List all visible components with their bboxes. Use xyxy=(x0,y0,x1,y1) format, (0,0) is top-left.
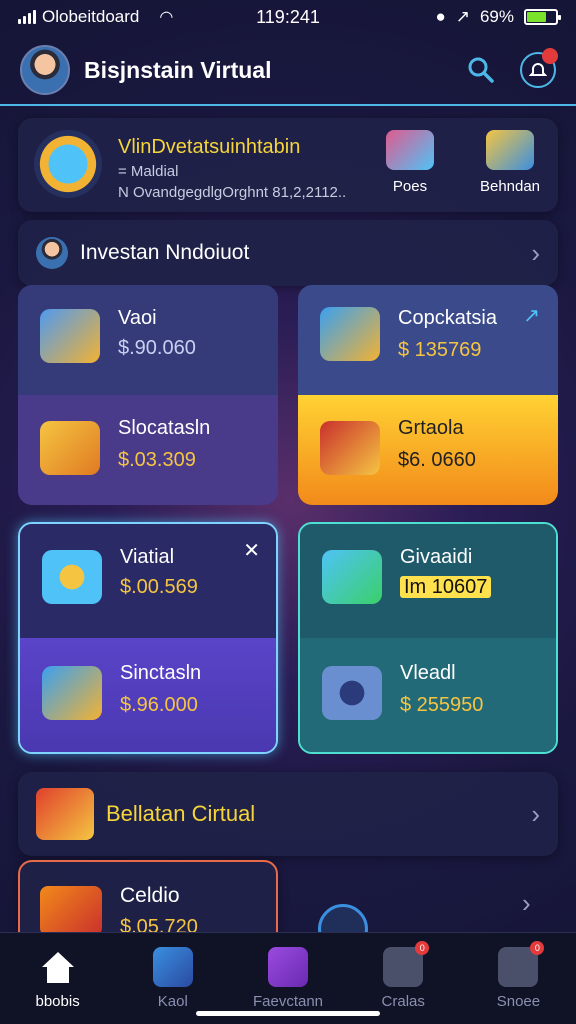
gear-icon xyxy=(322,666,382,720)
safe-coins-icon xyxy=(320,421,380,475)
tab-label: bbobis xyxy=(35,993,80,1010)
tab-label: Kaol xyxy=(157,993,188,1010)
arrow-up-right-icon: ↗ xyxy=(523,305,540,327)
tile-vaoi[interactable]: Vaoi $.90.060 Slocatasln $.03.309 xyxy=(18,285,278,505)
section-virtual[interactable]: Bellatan Cirtual › xyxy=(18,772,558,856)
chevron-right-icon[interactable]: › xyxy=(522,888,531,919)
battery-fill xyxy=(527,12,547,22)
tile-top[interactable]: Givaaidi Im 10607 xyxy=(300,524,556,638)
tab-label: Faevctann xyxy=(252,993,324,1010)
chevron-right-icon: › xyxy=(531,798,540,829)
section-invest[interactable]: Investan Nndoiuot › xyxy=(18,220,558,286)
growth-chart-icon xyxy=(320,307,380,361)
tile-bottom[interactable]: Vleadl $ 255950 xyxy=(300,638,556,752)
bar-chart-icon xyxy=(42,666,102,720)
avatar[interactable] xyxy=(20,45,70,95)
promo-title: VlinDvetatsuinhtabin xyxy=(118,136,301,158)
wifi-icon: ◠ xyxy=(159,9,174,26)
tile-bottom[interactable]: Sinctasln $.96.000 xyxy=(20,638,276,752)
bell-icon xyxy=(529,63,547,76)
tab-home[interactable]: bbobis xyxy=(0,933,115,1024)
tile-value: $.96.000 xyxy=(120,694,198,716)
signal-icon xyxy=(18,10,36,24)
promo-action-behndan[interactable]: Behndan xyxy=(470,130,550,195)
notification-badge xyxy=(542,48,558,64)
tile-top[interactable]: Copckatsia $ 135769 ↗ xyxy=(298,285,558,395)
coins-icon xyxy=(386,130,434,170)
tile-label: Viatial xyxy=(120,546,175,568)
chevron-right-icon: › xyxy=(531,237,540,268)
search-icon xyxy=(468,57,494,83)
search-button[interactable] xyxy=(464,53,498,87)
battery-icon xyxy=(524,9,561,25)
app-header: Bisjnstain Virtual xyxy=(0,36,576,106)
tile-givaaidi[interactable]: Givaaidi Im 10607 Vleadl $ 255950 xyxy=(298,522,558,754)
tile-label: Sinctasln xyxy=(120,662,202,684)
promo-card[interactable]: VlinDvetatsuinhtabin = Maldial N Ovandge… xyxy=(18,118,558,212)
section-title: Bellatan Cirtual xyxy=(106,801,256,826)
bottom-tab-bar: bbobis Kaol Faevctann 0 Cralas 0 Snoee xyxy=(0,932,576,1024)
tab-badge: 0 xyxy=(415,941,430,955)
tile-value: $.00.569 xyxy=(120,576,198,598)
tile-value: $.90.060 xyxy=(118,337,196,359)
alarm-icon: ● xyxy=(435,7,446,26)
tile-value: Im 10607 xyxy=(400,576,492,599)
tile-top[interactable]: Viatial $.00.569 ✕ xyxy=(20,524,276,638)
tile-label: Grtaola xyxy=(398,417,464,439)
tile-label: Vaoi xyxy=(118,307,157,329)
badge-icon xyxy=(40,886,102,936)
section-title: Investan Nndoiuot xyxy=(80,241,250,264)
tile-bottom[interactable]: Grtaola $6. 0660 xyxy=(298,395,558,505)
home-icon xyxy=(41,952,74,983)
tab-badge: 0 xyxy=(530,941,545,955)
chat-bubble-icon: 0 xyxy=(383,941,430,987)
battery-percent: 69% xyxy=(479,7,514,26)
ribbon-award-icon xyxy=(42,550,102,604)
tab-label: Cralas xyxy=(381,993,425,1010)
avatar xyxy=(36,237,68,269)
tile-label: Slocatasln xyxy=(118,417,211,439)
dollar-document-icon xyxy=(34,130,102,198)
tile-label: Copckatsia xyxy=(398,307,497,329)
document-coin-icon xyxy=(40,309,100,363)
status-bar: Olobeitdoard ◠ 119:241 ● ↗ 69% xyxy=(0,0,576,34)
tile-copckatsia[interactable]: Copckatsia $ 135769 ↗ Grtaola $6. 0660 xyxy=(298,285,558,505)
tile-viatial[interactable]: Viatial $.00.569 ✕ Sinctasln $.96.000 xyxy=(18,522,278,754)
tile-value: $ 255950 xyxy=(400,694,484,716)
tile-top[interactable]: Vaoi $.90.060 xyxy=(18,285,278,395)
page-title: Bisjnstain Virtual xyxy=(84,56,272,83)
home-indicator xyxy=(196,1011,380,1016)
promo-action-label: Behndan xyxy=(479,178,541,195)
tile-label: Givaaidi xyxy=(400,546,473,568)
location-icon: ↗ xyxy=(455,7,470,26)
ticket-icon xyxy=(40,421,100,475)
tile-value: $.03.309 xyxy=(118,449,196,471)
tile-label: Celdio xyxy=(120,884,180,907)
document-icon xyxy=(152,947,193,987)
promo-subtitle: = Maldial xyxy=(118,163,179,180)
book-icon xyxy=(268,947,308,987)
tile-label: Vleadl xyxy=(400,662,456,684)
tile-value: $6. 0660 xyxy=(398,449,476,471)
highlight-value: Im 10607 xyxy=(400,576,492,598)
carrier-label: Olobeitdoard xyxy=(42,7,140,26)
tab-label: Snoee xyxy=(496,993,541,1010)
close-icon[interactable]: ✕ xyxy=(243,538,260,563)
profile-icon: 0 xyxy=(498,941,545,987)
promo-meta: N OvandgegdlgOrghnt 81,2,2112.. xyxy=(118,184,347,201)
promo-action-poes[interactable]: Poes xyxy=(370,130,450,195)
wallet-coins-icon xyxy=(36,788,94,840)
chat-icon xyxy=(486,130,534,170)
money-coin-icon xyxy=(322,550,382,604)
tab-snoee[interactable]: 0 Snoee xyxy=(461,933,576,1024)
promo-action-label: Poes xyxy=(392,178,428,195)
tile-value: $ 135769 xyxy=(398,339,482,361)
notifications-button[interactable] xyxy=(520,48,558,88)
tile-bottom[interactable]: Slocatasln $.03.309 xyxy=(18,395,278,505)
